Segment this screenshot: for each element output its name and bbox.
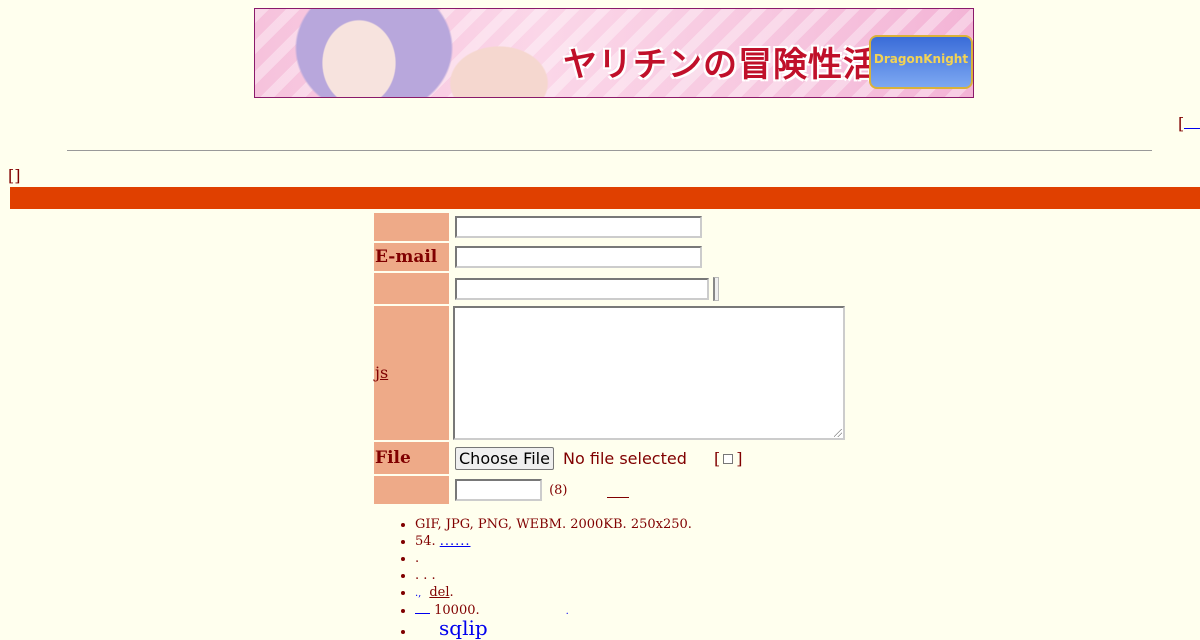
subject-cell <box>451 273 845 304</box>
email-input[interactable] <box>455 246 702 268</box>
rule-delete-link[interactable]: ., <box>415 588 421 599</box>
ad-banner[interactable]: ヤリチンの冒険性活 DragonKnight V <box>254 8 974 98</box>
rule-four-text: . . . <box>415 568 436 583</box>
posting-rules: GIF, JPG, PNG, WEBM. 2000KB. 250x250. 54… <box>374 516 692 640</box>
header-divider <box>67 150 1152 151</box>
comment-label-cell: js <box>374 306 449 440</box>
top-nav-fragment: [ <box>1178 114 1200 133</box>
rule-count: 54....... <box>415 533 692 550</box>
password-note: (8) <box>549 482 568 498</box>
text-only-option: [] <box>714 449 743 468</box>
password-cell: (8) <box>451 476 845 504</box>
name-row <box>374 213 845 241</box>
subject-label <box>374 273 449 304</box>
file-row: File Choose File No file selected [] <box>374 442 845 474</box>
banner-title: ヤリチンの冒険性活 <box>563 45 878 85</box>
name-input[interactable] <box>455 216 702 238</box>
mode-brackets: [] <box>8 166 21 185</box>
rule-sqlip: sqlip <box>415 618 692 640</box>
email-row: E-mail <box>374 243 845 271</box>
banner-character-art <box>279 9 579 97</box>
rule-four: . . . <box>415 567 692 584</box>
password-help-link[interactable] <box>606 483 629 498</box>
rule-limit-link[interactable] <box>415 602 430 614</box>
password-input[interactable] <box>455 479 542 501</box>
banner-logo: DragonKnight V <box>869 35 973 97</box>
del-link[interactable]: del <box>429 585 449 600</box>
post-form: E-mail js File Choose File No file selec… <box>372 211 847 506</box>
rule-three-text: . <box>415 551 420 566</box>
subject-input[interactable] <box>455 277 709 300</box>
name-cell <box>451 213 845 241</box>
file-cell: Choose File No file selected [] <box>451 442 845 474</box>
rule-delete: ., del. <box>415 584 692 602</box>
rule-file-types: GIF, JPG, PNG, WEBM. 2000KB. 250x250. <box>415 516 692 533</box>
comment-js-link[interactable]: js <box>375 363 388 382</box>
sqlip-link[interactable]: sqlip <box>439 616 488 640</box>
password-row: (8) <box>374 476 845 504</box>
rule-count-text: 54. <box>415 534 436 549</box>
password-label <box>374 476 449 504</box>
comment-row: js <box>374 306 845 440</box>
rule-file-types-text: GIF, JPG, PNG, WEBM. 2000KB. 250x250. <box>415 517 692 532</box>
submit-button[interactable] <box>713 276 719 301</box>
choose-file-button[interactable]: Choose File <box>455 446 554 470</box>
text-only-checkbox[interactable] <box>723 454 734 464</box>
top-nav-link[interactable] <box>1184 114 1200 129</box>
rule-three: . <box>415 550 692 567</box>
file-label: File <box>374 442 449 474</box>
rule-count-link[interactable]: ...... <box>440 534 471 549</box>
text-only-open-bracket: [ <box>713 448 721 468</box>
email-cell <box>451 243 845 271</box>
text-only-close-bracket: ] <box>736 448 743 468</box>
email-label: E-mail <box>374 243 449 271</box>
comment-cell <box>451 306 845 440</box>
name-label <box>374 213 449 241</box>
subject-row <box>374 273 845 304</box>
comment-textarea[interactable] <box>453 306 845 440</box>
resize-grip-icon[interactable] <box>834 429 842 437</box>
file-status: No file selected <box>563 448 687 468</box>
rule-delete-end: . <box>449 585 454 600</box>
post-mode-bar <box>10 187 1200 209</box>
rule-limit-tail-link[interactable]: . <box>566 606 569 617</box>
